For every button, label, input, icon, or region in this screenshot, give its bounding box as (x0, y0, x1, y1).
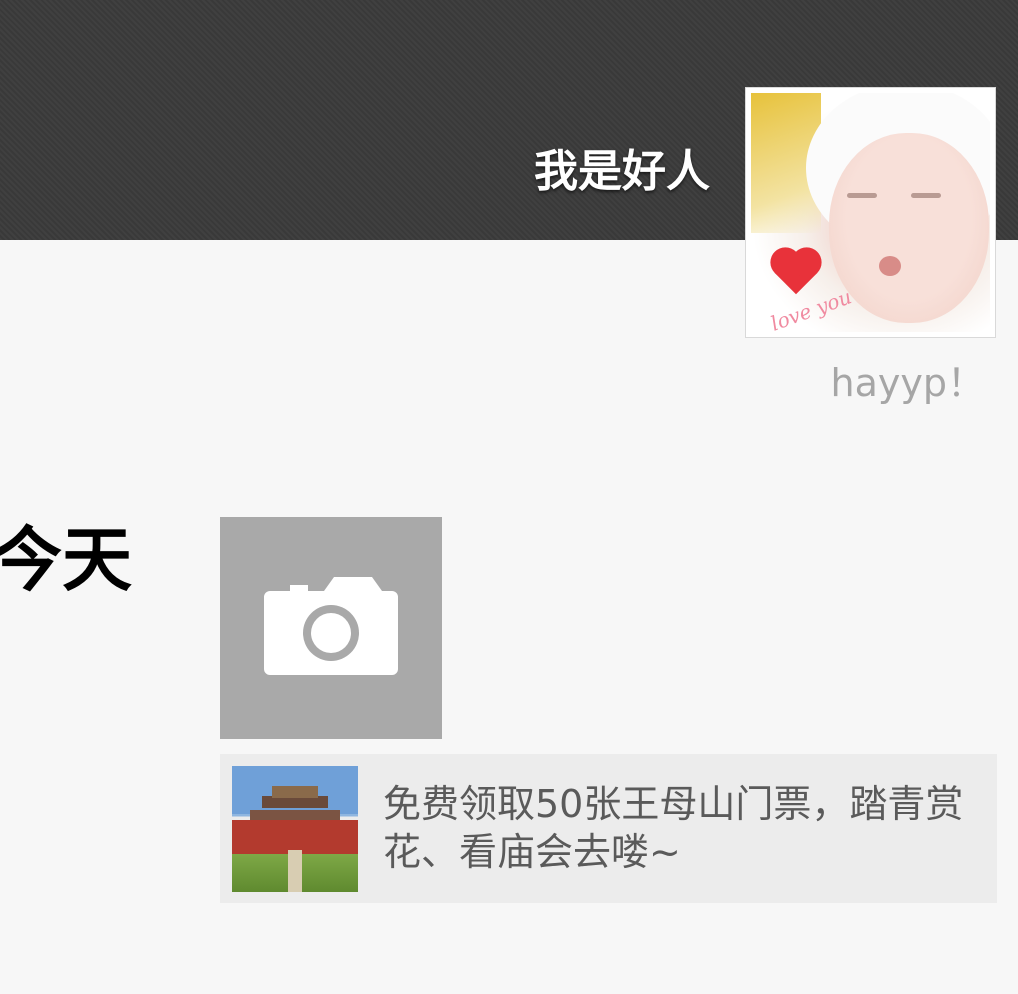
temple-thumbnail (232, 766, 358, 892)
profile-nickname: 我是好人 (534, 146, 710, 197)
heart-icon (774, 251, 818, 295)
profile-avatar[interactable]: love you (745, 87, 996, 338)
camera-icon (264, 577, 398, 675)
shared-link-card[interactable]: 免费领取50张王母山门票，踏青赏花、看庙会去喽~ (220, 754, 997, 903)
shared-link-text: 免费领取50张王母山门票，踏青赏花、看庙会去喽~ (383, 782, 964, 874)
post-photo-button[interactable] (220, 517, 442, 739)
baby-avatar-image: love you (751, 93, 990, 332)
avatar-caption: love you (767, 284, 855, 332)
timeline-day-label: 今天 (0, 519, 132, 601)
profile-signature: hayyp！ (830, 361, 985, 405)
